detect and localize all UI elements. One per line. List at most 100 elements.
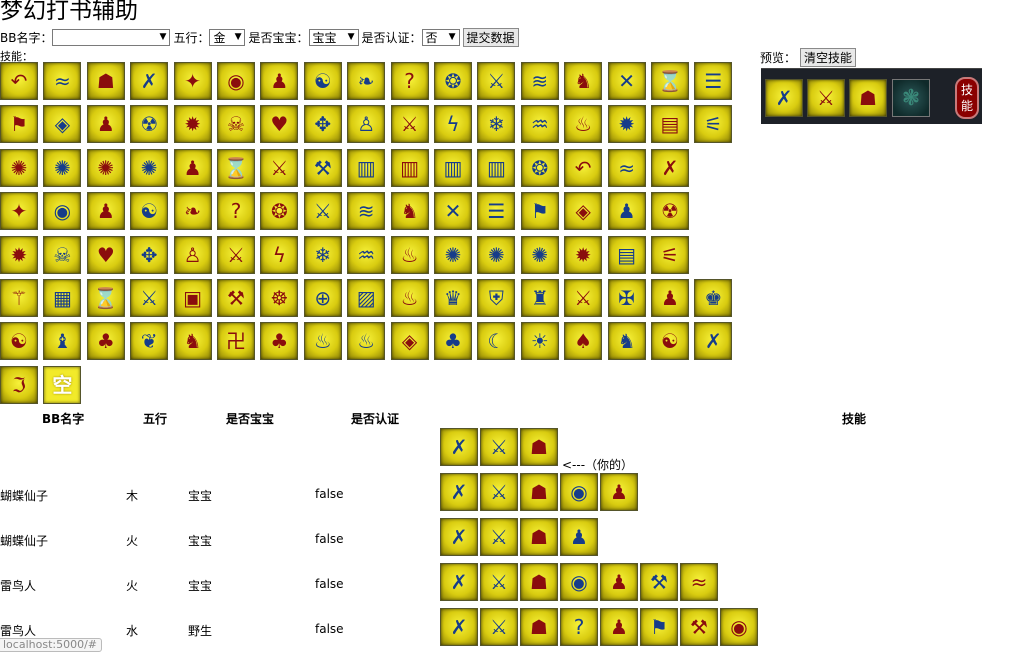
skill-icon[interactable]: ✗ [651,148,689,187]
skill-icon[interactable]: ✗ [694,322,733,361]
skill-icon[interactable]: ⌛ [651,62,689,100]
skill-icon[interactable]: ♞ [390,192,429,231]
skill-icon[interactable]: ✠ [607,279,646,317]
preview-skill-icon[interactable]: ✗ [765,79,803,117]
row-skill-icon[interactable]: ♟ [600,473,638,511]
skill-icon[interactable]: ⊕ [303,279,342,317]
skill-icon[interactable]: ☢ [651,192,689,231]
skill-icon[interactable]: ◈ [564,192,603,231]
row-skill-icon[interactable]: ⚔ [480,563,518,601]
skill-icon[interactable]: ⚑ [520,192,559,231]
row-skill-icon[interactable]: ✗ [440,518,478,556]
skill-icon[interactable]: ⚒ [217,279,255,317]
row-skill-icon[interactable]: ♟ [600,563,638,601]
row-skill-icon[interactable]: ☗ [520,428,558,466]
skill-icon[interactable]: ♜ [520,279,559,317]
clear-skills-button[interactable]: 清空技能 [800,48,857,67]
skill-icon[interactable]: ☯ [130,192,169,231]
skill-icon[interactable]: ♟ [173,148,212,187]
row-skill-icon[interactable]: ☗ [520,563,558,601]
row-skill-icon[interactable]: ⚒ [640,563,678,601]
skill-icon[interactable]: ▣ [173,279,212,317]
skill-icon[interactable]: ☗ [86,62,125,100]
skill-icon[interactable]: ✥ [130,235,169,274]
skill-icon[interactable]: ⚔ [477,62,516,100]
skill-icon[interactable]: ✺ [520,235,559,274]
skill-icon[interactable]: ♙ [347,105,386,144]
skill-icon[interactable]: ⚔ [564,279,603,317]
skill-icon[interactable]: ♞ [607,322,646,361]
skill-icon[interactable]: ☰ [477,192,516,231]
skill-icon[interactable]: ♨ [390,279,429,317]
skill-icon[interactable]: ℑ [0,365,38,404]
skill-icon[interactable]: ♒ [347,235,386,274]
skill-icon[interactable]: ☀ [520,322,559,361]
skill-icon[interactable]: ⛨ [477,279,516,317]
skill-icon[interactable]: ⚚ [0,279,38,317]
skill-icon[interactable]: ⚔ [217,235,255,274]
skill-icon[interactable]: ♞ [564,62,603,100]
row-skill-icon[interactable]: ? [560,608,598,646]
row-skill-icon[interactable]: ✗ [440,473,478,511]
skill-icon[interactable]: ♨ [347,322,386,361]
skill-icon[interactable]: ▨ [347,279,386,317]
skill-icon[interactable]: ⚒ [303,148,342,187]
skill-icon[interactable]: ♟ [86,192,125,231]
row-skill-icon[interactable]: ◉ [720,608,758,646]
row-skill-icon[interactable]: ◉ [560,473,598,511]
row-skill-icon[interactable]: ◉ [560,563,598,601]
skill-icon[interactable]: ✕ [607,62,646,100]
skill-icon[interactable]: ☠ [217,105,255,144]
skill-icon[interactable]: ⚑ [0,105,38,144]
skill-icon[interactable]: ⚟ [694,105,733,144]
skill-icon[interactable]: ⌛ [86,279,125,317]
skill-icon[interactable]: ⚔ [303,192,342,231]
skill-icon[interactable]: ❦ [130,322,169,361]
skill-icon[interactable]: ♙ [173,235,212,274]
skill-icon[interactable]: ✗ [130,62,169,100]
skill-icon[interactable]: ▦ [43,279,82,317]
skill-icon[interactable]: ♟ [651,279,689,317]
row-skill-icon[interactable]: ☗ [520,518,558,556]
skill-icon[interactable]: ♣ [260,322,299,361]
skill-icon[interactable]: ▥ [347,148,386,187]
skill-icon[interactable]: ✺ [43,148,82,187]
skill-icon[interactable]: ≈ [607,148,646,187]
skill-icon[interactable]: ♞ [173,322,212,361]
skill-icon[interactable]: ≋ [347,192,386,231]
skill-icon[interactable]: ☯ [651,322,689,361]
row-skill-icon[interactable]: ✗ [440,428,478,466]
skill-icon[interactable]: ❂ [520,148,559,187]
preview-skill-icon[interactable]: ⚔ [807,79,845,117]
skill-icon[interactable]: ♟ [260,62,299,100]
row-skill-icon[interactable]: ⚒ [680,608,718,646]
skill-icon[interactable]: ♨ [390,235,429,274]
row-skill-icon[interactable]: ⚔ [480,608,518,646]
skill-icon[interactable]: ✦ [173,62,212,100]
skill-icon[interactable]: ♝ [43,322,82,361]
skill-icon[interactable]: ☯ [0,322,38,361]
skill-icon[interactable]: ▥ [390,148,429,187]
skill-icon[interactable]: ♒ [520,105,559,144]
skill-icon[interactable]: ✥ [303,105,342,144]
skill-icon[interactable]: ✹ [173,105,212,144]
skill-icon[interactable]: ♠ [564,322,603,361]
skill-icon[interactable]: ♟ [607,192,646,231]
skill-icon[interactable]: ❂ [434,62,472,100]
skill-icon[interactable]: ✺ [0,148,38,187]
skill-icon[interactable]: ▥ [477,148,516,187]
skill-icon[interactable]: ♥ [260,105,299,144]
skill-icon[interactable]: ✹ [0,235,38,274]
row-skill-icon[interactable]: ⚑ [640,608,678,646]
skill-icon[interactable]: ϟ [260,235,299,274]
skill-icon[interactable]: ? [217,192,255,231]
skill-icon[interactable]: ☢ [130,105,169,144]
bb-name-select[interactable]: ▼ [52,28,171,46]
skill-icon[interactable]: ▥ [434,148,472,187]
skill-icon[interactable]: ⚔ [260,148,299,187]
skill-icon[interactable]: ⚔ [130,279,169,317]
skill-icon[interactable]: ✦ [0,192,38,231]
skill-icon[interactable]: ♚ [694,279,733,317]
row-skill-icon[interactable]: ☗ [520,608,558,646]
row-skill-icon[interactable]: ♟ [600,608,638,646]
